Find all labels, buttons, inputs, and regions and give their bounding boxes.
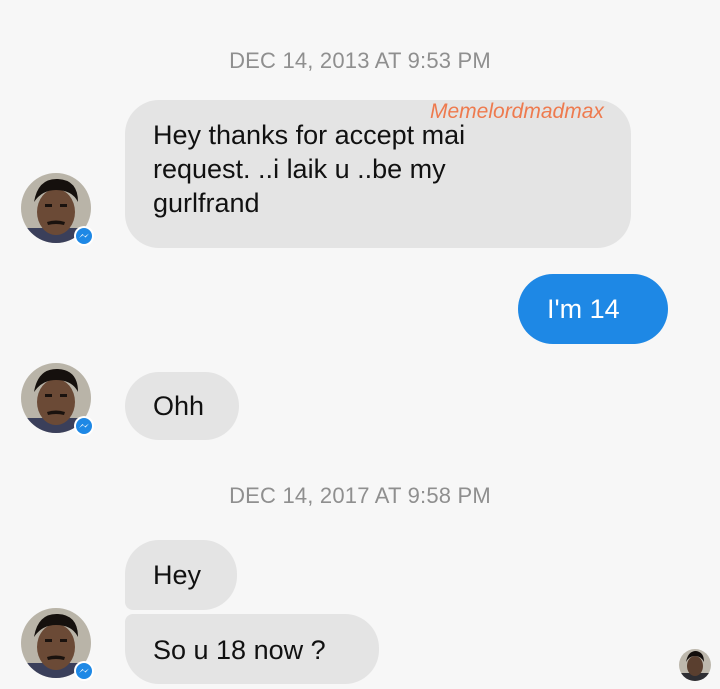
- message-text: Hey: [153, 560, 202, 590]
- timestamp-2: DEC 14, 2017 AT 9:58 PM: [229, 483, 491, 508]
- watermark-text: Memelordmadmax: [430, 100, 604, 123]
- read-receipt-avatar-icon: [679, 649, 711, 681]
- contact-avatar-icon: [21, 363, 94, 436]
- message-text: So u 18 now ?: [153, 635, 326, 665]
- message-line: gurlfrand: [153, 188, 260, 218]
- message-bubble-3[interactable]: Ohh: [125, 372, 239, 440]
- message-bubble-4[interactable]: Hey: [125, 540, 237, 610]
- contact-avatar-3[interactable]: [20, 607, 96, 683]
- message-bubble-5[interactable]: So u 18 now ?: [125, 614, 379, 684]
- message-bubble-2[interactable]: I'm 14: [518, 274, 668, 344]
- message-line: request. ..i laik u ..be my: [153, 154, 446, 184]
- contact-avatar-icon: [21, 608, 94, 681]
- read-receipt-avatar: [678, 648, 712, 682]
- message-text: Ohh: [153, 391, 205, 421]
- contact-avatar-1[interactable]: [20, 172, 96, 248]
- contact-avatar-icon: [21, 173, 94, 246]
- message-text: I'm 14: [547, 294, 620, 324]
- timestamp-1: DEC 14, 2013 AT 9:53 PM: [229, 48, 491, 73]
- contact-avatar-2[interactable]: [20, 362, 96, 438]
